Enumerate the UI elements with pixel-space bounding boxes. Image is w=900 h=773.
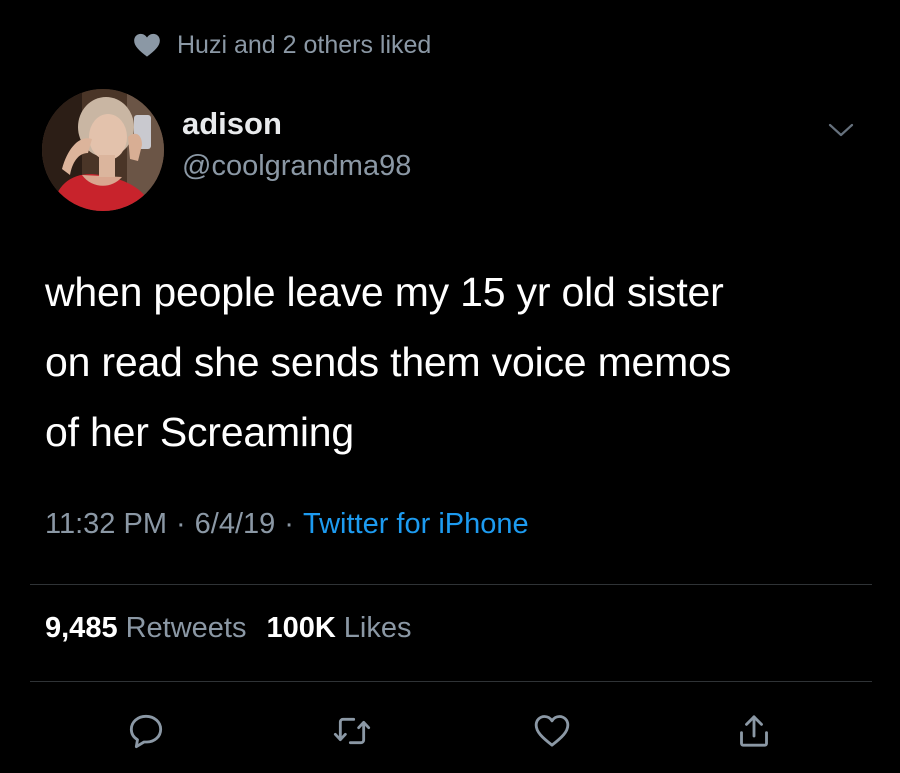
share-icon [740, 715, 768, 747]
tweet-text-line: of her Screaming [45, 409, 355, 455]
social-context-text: Huzi and 2 others liked [177, 30, 432, 59]
tweet-text: when people leave my 15 yr old sister on… [45, 257, 865, 467]
tweet-metadata: 11:32 PM · 6/4/19 · Twitter for iPhone [45, 508, 529, 541]
tweet-date[interactable]: 6/4/19 [195, 508, 276, 541]
heart-icon [134, 33, 160, 57]
heart-icon [534, 715, 570, 747]
avatar[interactable] [42, 89, 164, 211]
separator: · [175, 508, 186, 540]
share-button[interactable] [729, 706, 779, 756]
tweet-time[interactable]: 11:32 PM [45, 508, 167, 541]
retweets-count: 9,485 [45, 612, 118, 644]
retweets-stat[interactable]: 9,485 Retweets [45, 612, 246, 645]
likes-count: 100K [266, 612, 336, 644]
tweet-source-link[interactable]: Twitter for iPhone [303, 508, 529, 541]
retweet-icon [333, 717, 371, 745]
chevron-down-icon[interactable] [826, 119, 856, 141]
user-handle[interactable]: @coolgrandma98 [182, 150, 411, 183]
display-name[interactable]: adison [182, 106, 282, 142]
social-context[interactable]: Huzi and 2 others liked [133, 28, 431, 62]
reply-button[interactable] [121, 706, 171, 756]
tweet-stats: 9,485 Retweets 100K Likes [45, 612, 412, 645]
separator: · [284, 508, 294, 540]
tweet-text-line: on read she sends them voice memos [45, 339, 731, 385]
action-bar [0, 706, 900, 756]
retweet-button[interactable] [327, 706, 377, 756]
divider [30, 681, 872, 682]
likes-label: Likes [343, 612, 412, 644]
reply-icon [129, 714, 163, 749]
like-button[interactable] [527, 706, 577, 756]
profile-photo [42, 89, 164, 211]
retweets-label: Retweets [125, 612, 247, 644]
tweet-text-line: when people leave my 15 yr old sister [45, 269, 724, 315]
divider [30, 584, 872, 585]
likes-stat[interactable]: 100K Likes [266, 612, 411, 645]
